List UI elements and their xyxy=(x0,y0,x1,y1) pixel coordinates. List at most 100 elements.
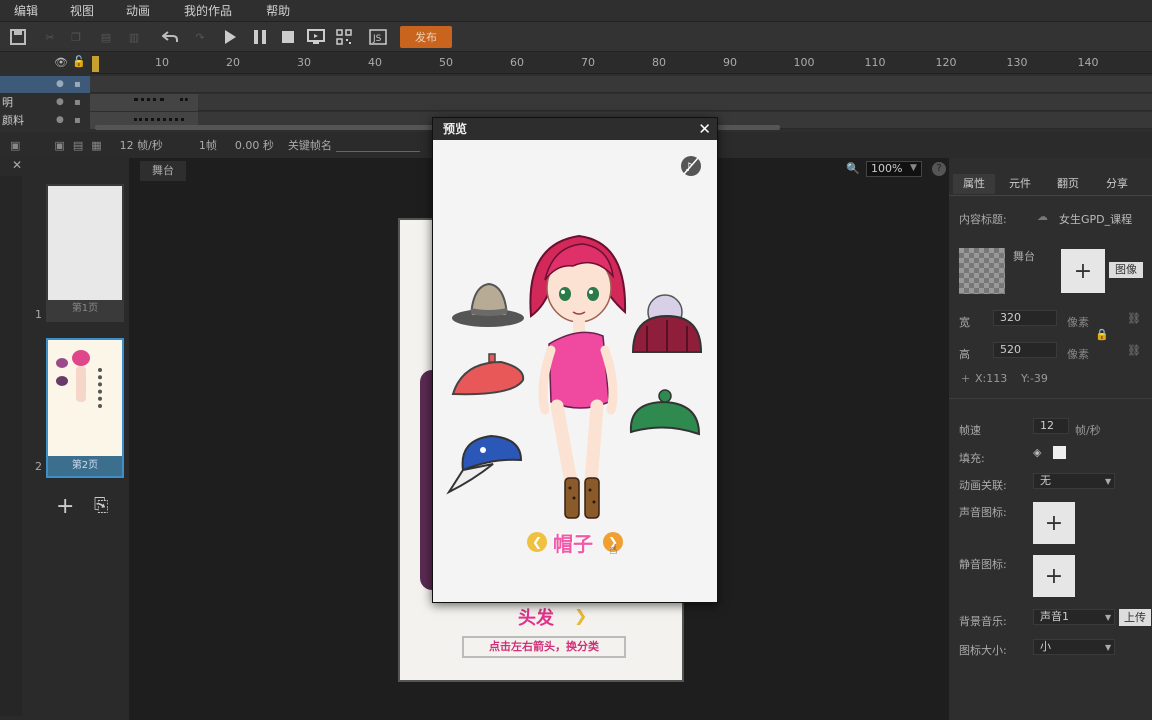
cut-icon[interactable]: ✂ xyxy=(40,27,60,47)
qrcode-icon[interactable] xyxy=(334,27,354,47)
playhead-marker[interactable] xyxy=(92,56,99,72)
frame-tool-icon[interactable]: ▦ xyxy=(91,139,101,152)
layer-eye-icon[interactable]: ● xyxy=(56,112,64,129)
properties-panel: 属性 元件 翻页 分享 内容标题: ☁ 女生GPD_课程 舞台 + 图像 宽 3… xyxy=(948,158,1152,720)
redo-icon[interactable]: ↷ xyxy=(190,27,210,47)
height-input[interactable]: 520 xyxy=(993,342,1057,358)
move-icon: + xyxy=(961,372,971,385)
add-sound-icon-button[interactable]: + xyxy=(1033,502,1075,544)
image-button[interactable]: 图像 xyxy=(1109,262,1143,278)
ruler-tick: 80 xyxy=(652,56,666,69)
ruler-tick: 30 xyxy=(297,56,311,69)
layer-eye-icon[interactable]: ● xyxy=(56,76,64,93)
height-unit: 像素 xyxy=(1067,348,1089,361)
layer-lock-icon[interactable]: ▪ xyxy=(74,94,81,111)
content-title-value[interactable]: 女生GPD_课程 xyxy=(1059,211,1132,227)
page-thumb-1[interactable]: 第1页 xyxy=(46,184,124,322)
js-icon[interactable]: JS xyxy=(368,27,388,47)
hat-beret xyxy=(451,353,525,396)
close-icon[interactable]: ✕ xyxy=(698,118,711,140)
timeline-ruler[interactable]: 10 20 30 40 50 60 70 80 90 100 110 120 1… xyxy=(90,52,1152,74)
svg-text:JS: JS xyxy=(372,34,382,44)
layer-lock-icon[interactable]: ▪ xyxy=(74,112,81,129)
ruler-tick: 100 xyxy=(793,56,815,69)
stage-bg-preview[interactable] xyxy=(959,248,1005,294)
width-input[interactable]: 320 xyxy=(993,310,1057,326)
move-layer-icon[interactable]: ▤ xyxy=(73,139,83,152)
menu-help[interactable]: 帮助 xyxy=(244,0,302,22)
upload-button[interactable]: 上传 xyxy=(1119,609,1151,626)
link-icon[interactable]: ⛓ xyxy=(1127,312,1141,325)
bgm-label: 背景音乐: xyxy=(959,615,1007,628)
paste-icon[interactable]: ▤ xyxy=(96,27,116,47)
coord-x: X:113 xyxy=(975,372,1008,385)
help-icon[interactable]: ? xyxy=(932,162,946,176)
bgm-select[interactable]: 声音1 xyxy=(1033,609,1115,625)
chevron-down-icon: ▼ xyxy=(1105,613,1112,622)
content-title-label: 内容标题: xyxy=(959,213,1007,226)
dialog-title: 预览 xyxy=(433,118,717,140)
layer-name: 明 xyxy=(2,96,13,109)
chevron-down-icon: ▼ xyxy=(1105,643,1112,652)
undo-icon[interactable] xyxy=(160,27,180,47)
tab-page-turn[interactable]: 翻页 xyxy=(1045,174,1091,194)
lock-icon[interactable]: 🔓 xyxy=(72,55,86,68)
layer-frames[interactable] xyxy=(90,76,1152,93)
fps-readout: 12 帧/秒 xyxy=(119,139,163,152)
eye-icon[interactable]: 👁 xyxy=(54,56,68,69)
tab-stage[interactable]: 舞台 xyxy=(140,161,186,181)
icon-size-select[interactable]: 小 xyxy=(1033,639,1115,655)
delete-icon[interactable]: ▥ xyxy=(124,27,144,47)
menu-view[interactable]: 视图 xyxy=(50,0,106,22)
play-icon[interactable] xyxy=(220,27,240,47)
category-label: 帽子 xyxy=(553,532,593,556)
right-arrow-icon[interactable]: ❯ xyxy=(574,606,587,625)
pages-panel: ✕ 第1页 1 第2页 2 + ⎘ xyxy=(0,158,130,720)
hat-fedora xyxy=(452,282,524,327)
menu-my-works[interactable]: 我的作品 xyxy=(162,0,244,22)
stop-icon[interactable] xyxy=(278,27,298,47)
layer-row[interactable]: 颜料 ● ▪ xyxy=(0,112,90,129)
chevron-down-icon: ▼ xyxy=(910,163,917,173)
preview-stage[interactable]: ♪ ❮ 帽子 ❯ ☝ xyxy=(433,140,717,602)
ruler-tick: 120 xyxy=(935,56,957,69)
import-page-icon[interactable]: ⎘ xyxy=(94,495,108,516)
save-icon[interactable] xyxy=(8,27,28,47)
anim-link-select[interactable]: 无 xyxy=(1033,473,1115,489)
menu-animation[interactable]: 动画 xyxy=(106,0,162,22)
link-icon[interactable]: ⛓ xyxy=(1127,344,1141,357)
tab-properties[interactable]: 属性 xyxy=(953,174,995,194)
preview-dialog: 预览 ✕ ♪ ❮ 帽子 ❯ ☝ xyxy=(432,117,718,603)
zoom-search-icon[interactable]: 🔍 xyxy=(846,162,860,175)
canvas-hint-text: 点击左右箭头，换分类 xyxy=(462,636,626,658)
layer-eye-icon[interactable]: ● xyxy=(56,94,64,111)
fps-unit: 帧/秒 xyxy=(1075,424,1101,437)
add-layer-icon[interactable]: ▣ xyxy=(10,139,20,152)
publish-button[interactable]: 发布 xyxy=(400,26,452,48)
layer-header: 👁 🔓 xyxy=(0,52,90,74)
layer-lock-icon[interactable]: ▪ xyxy=(74,76,81,93)
tab-share[interactable]: 分享 xyxy=(1095,174,1139,194)
left-arrow-icon[interactable]: ❮ xyxy=(527,532,547,552)
layer-row[interactable]: 明 ● ▪ xyxy=(0,94,90,111)
add-image-button[interactable]: + xyxy=(1061,249,1105,293)
keyframe-name-input[interactable] xyxy=(335,138,420,152)
ruler-tick: 40 xyxy=(368,56,382,69)
preview-screen-icon[interactable] xyxy=(306,27,326,47)
delete-layer-icon[interactable]: ▣ xyxy=(54,139,64,152)
pause-icon[interactable] xyxy=(250,27,270,47)
page-thumb-2[interactable]: 第2页 xyxy=(46,338,124,478)
fill-color-swatch[interactable] xyxy=(1053,446,1066,459)
add-page-icon[interactable]: + xyxy=(56,494,74,519)
menu-edit[interactable]: 编辑 xyxy=(0,0,50,22)
paint-bucket-icon[interactable]: ◈ xyxy=(1033,446,1041,459)
layer-row[interactable]: ● ▪ xyxy=(0,76,90,93)
aspect-lock-icon[interactable]: 🔒 xyxy=(1095,328,1109,341)
close-panel-icon[interactable]: ✕ xyxy=(12,158,22,172)
fps-input[interactable]: 12 xyxy=(1033,418,1069,434)
layer-frames[interactable] xyxy=(90,94,1152,111)
copy-icon[interactable]: ❐ xyxy=(66,27,86,47)
tab-components[interactable]: 元件 xyxy=(999,174,1041,194)
ruler-tick: 140 xyxy=(1077,56,1099,69)
add-mute-icon-button[interactable]: + xyxy=(1033,555,1075,597)
